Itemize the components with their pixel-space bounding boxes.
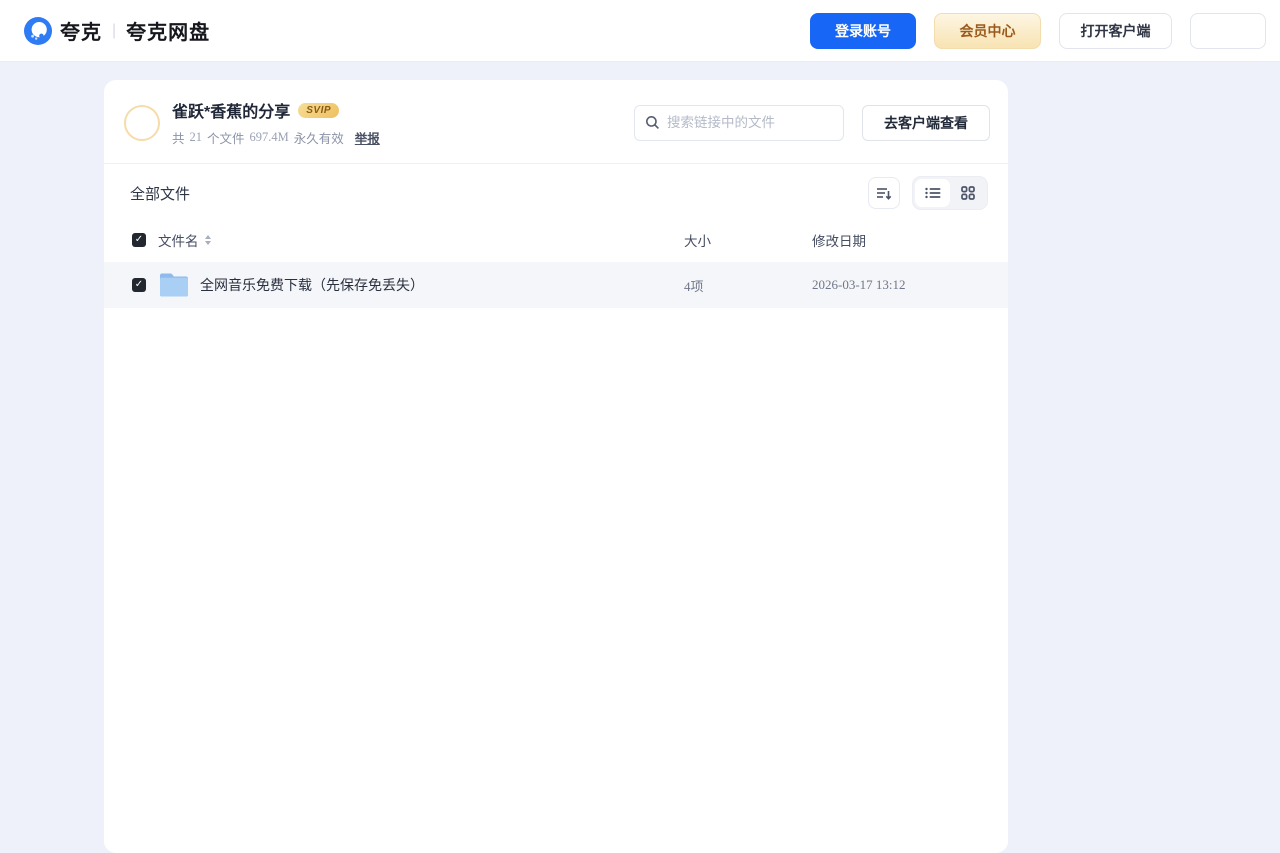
share-title: 雀跃*香蕉的分享 <box>172 104 291 121</box>
table-header: 文件名 大小 修改日期 <box>104 220 1008 262</box>
brand-product-name: 夸克网盘 <box>126 22 211 44</box>
file-modified-date: 2026-03-17 13:12 <box>812 277 906 292</box>
column-header-modified[interactable]: 修改日期 <box>812 230 988 250</box>
folder-icon <box>158 271 190 299</box>
list-view-icon <box>924 187 941 199</box>
open-in-client-button[interactable]: 去客户端查看 <box>862 104 990 141</box>
share-meta-prefix: 共 <box>172 132 185 146</box>
svip-badge: SVIP <box>298 102 340 118</box>
login-button[interactable]: 登录账号 <box>810 12 916 49</box>
search-input[interactable] <box>667 115 833 130</box>
share-card: 雀跃*香蕉的分享 SVIP 共 21 个文件 697.4M 永久有效 举报 去客… <box>104 80 1008 853</box>
files-table: 文件名 大小 修改日期 全网音乐免费下载（先保存免丢失） 4项 2026-03-… <box>104 220 1008 308</box>
sort-order-icon <box>876 186 892 200</box>
brand-name: 夸克 <box>60 22 102 44</box>
topbar-actions: 登录账号 会员中心 打开客户端 <box>810 12 1266 49</box>
list-view-button[interactable] <box>915 179 950 207</box>
vip-center-button[interactable]: 会员中心 <box>934 12 1041 49</box>
file-size: 4项 <box>684 278 704 294</box>
column-header-size[interactable]: 大小 <box>684 230 812 250</box>
files-toolbar: 全部文件 <box>104 164 1008 220</box>
share-validity: 永久有效 <box>293 132 344 146</box>
file-name[interactable]: 全网音乐免费下载（先保存免丢失） <box>200 275 684 295</box>
view-controls <box>868 176 988 210</box>
search-icon <box>645 115 660 130</box>
file-row[interactable]: 全网音乐免费下载（先保存免丢失） 4项 2026-03-17 13:12 <box>104 262 1008 308</box>
share-header: 雀跃*香蕉的分享 SVIP 共 21 个文件 697.4M 永久有效 举报 去客… <box>104 80 1008 163</box>
open-client-button[interactable]: 打开客户端 <box>1059 12 1172 49</box>
brand-separator: | <box>112 21 117 39</box>
share-meta: 共 21 个文件 697.4M 永久有效 举报 <box>172 128 634 147</box>
select-all-checkbox[interactable] <box>132 233 146 247</box>
row-checkbox[interactable] <box>132 278 146 292</box>
share-meta-files-label: 个文件 <box>207 132 245 146</box>
grid-view-icon <box>960 186 975 200</box>
sort-order-button[interactable] <box>868 177 900 209</box>
column-sort-arrows-icon[interactable] <box>204 235 211 245</box>
column-header-name[interactable]: 文件名 <box>158 230 199 250</box>
share-file-count: 21 <box>189 130 203 144</box>
avatar <box>124 104 160 141</box>
grid-view-button[interactable] <box>950 179 985 207</box>
search-box[interactable] <box>634 104 844 141</box>
report-link[interactable]: 举报 <box>355 128 380 147</box>
topbar: 夸克 | 夸克网盘 登录账号 会员中心 打开客户端 <box>0 0 1280 62</box>
share-info: 雀跃*香蕉的分享 SVIP 共 21 个文件 697.4M 永久有效 举报 <box>172 98 634 147</box>
topbar-empty-button[interactable] <box>1190 12 1266 49</box>
brand: 夸克 | 夸克网盘 <box>24 16 210 45</box>
share-total-size: 697.4M <box>249 130 289 144</box>
view-mode-toggle <box>912 176 988 210</box>
section-title: 全部文件 <box>130 185 191 203</box>
quark-logo-icon <box>24 16 52 45</box>
